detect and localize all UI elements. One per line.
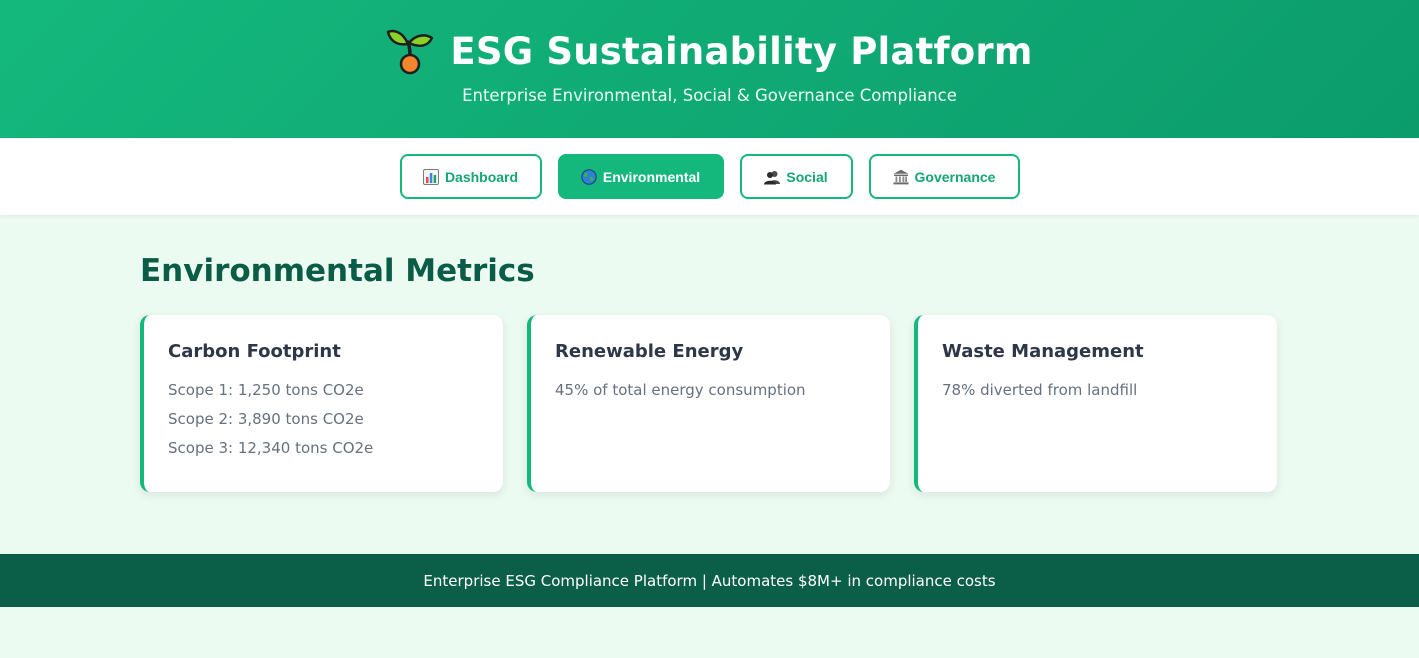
seedling-icon [387, 29, 434, 75]
tab-social[interactable]: Social [739, 154, 853, 199]
title-row: ESG Sustainability Platform [0, 26, 1419, 76]
card-line: Scope 3: 12,340 tons CO2e [168, 439, 374, 457]
tab-bar: Dashboard Environmental Social Governanc… [0, 138, 1419, 215]
card-body: 78% diverted from landfill [942, 376, 1253, 405]
footer: Enterprise ESG Compliance Platform | Aut… [0, 554, 1419, 607]
card-line: Scope 2: 3,890 tons CO2e [168, 410, 364, 428]
footer-text: Enterprise ESG Compliance Platform | Aut… [423, 571, 996, 590]
metric-card-renewable-energy: Renewable Energy 45% of total energy con… [527, 315, 890, 492]
globe-icon [581, 168, 597, 185]
metric-cards: Carbon Footprint Scope 1: 1,250 tons CO2… [140, 315, 1419, 492]
people-icon [764, 170, 781, 184]
section-title: Environmental Metrics [140, 253, 535, 289]
tab-label: Dashboard [444, 168, 519, 185]
page-subtitle: Enterprise Environmental, Social & Gover… [462, 86, 957, 105]
card-line: 45% of total energy consumption [555, 381, 806, 399]
tab-dashboard[interactable]: Dashboard [399, 154, 542, 199]
card-body: 45% of total energy consumption [555, 376, 866, 405]
tab-governance[interactable]: Governance [868, 154, 1020, 199]
tab-label: Environmental [602, 168, 701, 185]
metric-card-carbon-footprint: Carbon Footprint Scope 1: 1,250 tons CO2… [140, 315, 503, 492]
main-content: Environmental Metrics Carbon Footprint S… [0, 215, 1419, 554]
metric-card-waste-management: Waste Management 78% diverted from landf… [914, 315, 1277, 492]
page-title: ESG Sustainability Platform [450, 29, 1033, 73]
tab-environmental[interactable]: Environmental [557, 154, 724, 199]
card-title: Renewable Energy [555, 341, 744, 362]
card-line: Scope 1: 1,250 tons CO2e [168, 381, 364, 399]
tab-label: Governance [914, 168, 996, 185]
card-title: Waste Management [942, 341, 1144, 362]
bar-chart-icon [422, 168, 439, 185]
card-body: Scope 1: 1,250 tons CO2e Scope 2: 3,890 … [168, 376, 479, 463]
tab-label: Social [786, 168, 828, 185]
header: ESG Sustainability Platform Enterprise E… [0, 0, 1419, 138]
bank-icon [893, 169, 909, 184]
card-title: Carbon Footprint [168, 341, 341, 362]
card-line: 78% diverted from landfill [942, 381, 1138, 399]
